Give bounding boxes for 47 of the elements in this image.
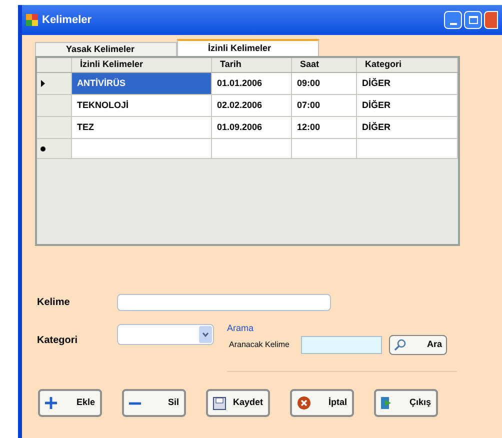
save-icon [213, 396, 226, 410]
current-row-icon [41, 80, 45, 87]
delete-button[interactable]: Sil [122, 389, 186, 417]
cancel-icon [297, 396, 311, 410]
table-cell: 01.01.2006 [212, 73, 292, 94]
table-cell: 02.02.2006 [212, 95, 292, 116]
cancel-button[interactable]: İptal [290, 389, 354, 417]
magnifier-icon [394, 339, 406, 351]
app-icon [26, 14, 38, 26]
table-cell: 09:00 [292, 73, 357, 94]
minimize-button[interactable] [444, 11, 462, 29]
exit-icon [381, 397, 392, 409]
field-label: Kategori [37, 334, 79, 348]
table-cell: 07:00 [292, 95, 357, 116]
exit-button[interactable]: Çıkış [374, 389, 438, 417]
table-cell: 12:00 [292, 117, 357, 138]
column-header[interactable]: Kategori [357, 58, 458, 72]
table-cell: TEKNOLOJİ [72, 95, 212, 116]
save-button[interactable]: Kaydet [206, 389, 270, 417]
word-input-field[interactable] [117, 294, 331, 310]
tab[interactable]: Yasak Kelimeler [35, 42, 177, 56]
row-header[interactable] [37, 73, 72, 94]
field-label: Kelime [37, 296, 71, 310]
column-header[interactable]: Saat [292, 58, 357, 72]
row-header[interactable] [37, 117, 72, 138]
search-field[interactable] [301, 336, 382, 354]
table-cell: ANTİVİRÜS [72, 73, 212, 94]
category-dropdown[interactable] [117, 324, 214, 345]
search-button[interactable]: Ara [389, 335, 447, 355]
field-label: Aranacak Kelime [229, 339, 290, 351]
table-cell: DİĞER [357, 117, 458, 138]
new-row-icon [40, 146, 46, 152]
add-button[interactable]: Ekle [38, 389, 102, 417]
maximize-button[interactable] [464, 11, 482, 29]
row-header[interactable] [37, 95, 72, 116]
tab[interactable]: İzinli Kelimeler [177, 39, 319, 56]
column-header[interactable]: İzinli Kelimeler [72, 58, 212, 72]
minus-icon [129, 402, 141, 404]
window-title: Kelimeler [42, 12, 92, 28]
group-label: Arama [227, 324, 255, 333]
table-cell: 01.09.2006 [212, 117, 292, 138]
plus-icon [45, 397, 57, 409]
column-header[interactable]: Tarih [212, 58, 292, 72]
table-cell: DİĞER [357, 95, 458, 116]
table-cell: TEZ [72, 117, 212, 138]
table-cell: DİĞER [357, 73, 458, 94]
close-button[interactable] [484, 11, 498, 29]
